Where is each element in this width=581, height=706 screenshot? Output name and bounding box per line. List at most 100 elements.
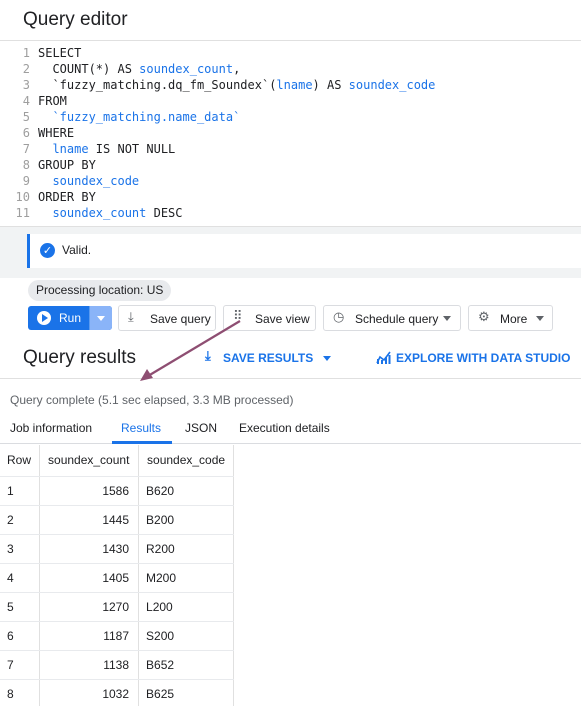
code-keyword: FROM: [38, 94, 67, 108]
row-number-cell: 3: [0, 534, 41, 564]
row-number-cell: 2: [0, 505, 41, 535]
code-text: lname IS NOT NULL: [38, 141, 175, 157]
row-number-cell: 6: [0, 621, 41, 651]
run-label: Run: [59, 311, 82, 325]
sql-code-editor[interactable]: 1 SELECT 2 COUNT(*) AS soundex_count, 3 `fu…: [0, 40, 581, 226]
query-results-title: Query results: [23, 347, 136, 368]
soundex-code-cell: M200: [138, 563, 235, 593]
code-text: COUNT(*) AS soundex_count,: [38, 61, 240, 77]
table-row: 1 1586 B620: [0, 476, 235, 506]
play-icon: [37, 311, 51, 325]
tab-json[interactable]: JSON: [185, 421, 217, 435]
save-query-button[interactable]: ⤓ Save query: [118, 305, 216, 331]
view-grid-icon: ⠿: [233, 309, 243, 324]
soundex-count-cell: 1032: [39, 679, 140, 706]
table-row: 5 1270 L200: [0, 592, 235, 622]
line-number: 4: [22, 94, 30, 108]
chevron-down-icon: [323, 356, 331, 361]
chevron-down-icon: [443, 316, 451, 321]
line-number: 10: [15, 190, 30, 204]
line-number: 8: [22, 158, 30, 172]
save-query-label: Save query: [150, 312, 211, 326]
tab-execution-details[interactable]: Execution details: [239, 421, 330, 435]
row-number-cell: 5: [0, 592, 41, 622]
processing-location-chip[interactable]: Processing location: US: [28, 280, 172, 301]
code-text: soundex_code: [38, 173, 139, 189]
more-button[interactable]: ⚙ More: [468, 305, 553, 331]
line-number: 1: [22, 46, 30, 60]
download-icon: ⤓: [128, 310, 134, 325]
code-line[interactable]: 6 WHERE: [0, 125, 581, 141]
table-header-row: Row soundex_count soundex_code: [0, 445, 235, 477]
column-header-row: Row: [0, 445, 41, 477]
schedule-query-label: Schedule query: [355, 312, 439, 326]
query-status-text: Query complete (5.1 sec elapsed, 3.3 MB …: [10, 393, 294, 407]
line-number: 2: [22, 62, 30, 76]
code-line[interactable]: 7 lname IS NOT NULL: [0, 141, 581, 157]
soundex-count-cell: 1586: [39, 476, 140, 506]
line-number: 6: [22, 126, 30, 140]
code-identifier: soundex_code: [348, 78, 436, 92]
soundex-count-cell: 1405: [39, 563, 140, 593]
code-identifier: lname: [276, 78, 313, 92]
code-keyword: SELECT: [38, 46, 82, 60]
code-line[interactable]: 2 COUNT(*) AS soundex_count,: [0, 61, 581, 77]
code-keyword: IS NOT NULL: [88, 142, 176, 156]
code-line[interactable]: 5 `fuzzy_matching.name_data`: [0, 109, 581, 125]
code-text: ORDER BY: [38, 189, 96, 205]
row-number-cell: 4: [0, 563, 41, 593]
chevron-down-icon: [536, 316, 544, 321]
code-line[interactable]: 10 ORDER BY: [0, 189, 581, 205]
table-row: 4 1405 M200: [0, 563, 235, 593]
code-keyword: GROUP BY: [38, 158, 96, 172]
code-text: `fuzzy_matching.dq_fm_Soundex`(lname) AS…: [38, 77, 435, 93]
code-keyword: ,: [233, 62, 241, 76]
code-keyword: DESC: [146, 206, 183, 220]
code-line[interactable]: 11 soundex_count DESC: [0, 205, 581, 221]
code-identifier: `fuzzy_matching.name_data`: [38, 110, 241, 124]
code-text: soundex_count DESC: [38, 205, 183, 221]
code-line[interactable]: 4 FROM: [0, 93, 581, 109]
code-text: GROUP BY: [38, 157, 96, 173]
soundex-code-cell: B625: [138, 679, 235, 706]
code-keyword: ) AS: [312, 78, 349, 92]
soundex-count-cell: 1270: [39, 592, 140, 622]
code-line[interactable]: 3 `fuzzy_matching.dq_fm_Soundex`(lname) …: [0, 77, 581, 93]
code-keyword: WHERE: [38, 126, 75, 140]
check-circle-icon: ✓: [40, 243, 55, 258]
line-number: 7: [22, 142, 30, 156]
validation-message: ✓ Valid.: [27, 234, 581, 268]
download-icon: ⤓: [205, 349, 211, 364]
code-line[interactable]: 1 SELECT: [0, 45, 581, 61]
more-label: More: [500, 312, 528, 326]
results-tabs: Job information Results JSON Execution d…: [0, 412, 581, 444]
run-button[interactable]: Run: [28, 306, 112, 330]
clock-icon: ◷: [333, 310, 345, 325]
soundex-count-cell: 1138: [39, 650, 140, 680]
tab-job-information[interactable]: Job information: [10, 421, 92, 435]
annotation-arrow-head: [140, 369, 153, 381]
gear-icon: ⚙: [478, 310, 490, 325]
save-view-label: Save view: [255, 312, 310, 326]
code-keyword: [38, 142, 52, 156]
column-header-soundex-count: soundex_count: [39, 445, 140, 477]
line-number: 5: [22, 110, 30, 124]
query-editor-title: Query editor: [23, 9, 128, 30]
soundex-code-cell: B652: [138, 650, 235, 680]
explore-chart-icon: [376, 351, 391, 364]
code-text: WHERE: [38, 125, 74, 141]
results-divider: [0, 378, 581, 379]
code-keyword: ORDER BY: [38, 190, 96, 204]
code-text: `fuzzy_matching.name_data`: [38, 109, 240, 125]
table-row: 2 1445 B200: [0, 505, 235, 535]
active-tab-indicator: [112, 441, 172, 444]
code-line[interactable]: 9 soundex_code: [0, 173, 581, 189]
save-view-button[interactable]: ⠿ Save view: [223, 305, 316, 331]
schedule-query-button[interactable]: ◷ Schedule query: [323, 305, 461, 331]
code-line[interactable]: 8 GROUP BY: [0, 157, 581, 173]
code-text: FROM: [38, 93, 67, 109]
validation-text: Valid.: [62, 243, 92, 257]
table-row: 6 1187 S200: [0, 621, 235, 651]
tab-results[interactable]: Results: [121, 421, 161, 435]
run-options-dropdown[interactable]: [90, 306, 112, 330]
